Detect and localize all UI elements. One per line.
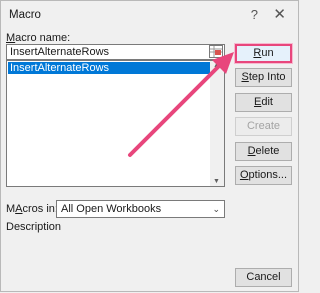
edit-button[interactable]: Edit [235,93,292,112]
description-label: Description [6,221,62,233]
scroll-up-icon[interactable]: ▲ [213,62,220,69]
close-button[interactable]: ✕ [273,5,286,23]
step-into-button[interactable]: Step Into [235,68,292,87]
options-button[interactable]: Options... [235,166,292,185]
macros-in-select[interactable]: All Open Workbooks ⌄ [56,200,225,218]
macro-name-input[interactable]: InsertAlternateRows [6,44,225,60]
collapse-dialog-icon[interactable] [209,45,223,58]
help-button[interactable]: ? [251,7,258,22]
chevron-down-icon: ⌄ [212,204,220,214]
create-button: Create [235,117,292,136]
macro-dialog: Macro ? ✕ Macro name: InsertAlternateRow… [0,0,299,292]
list-item[interactable]: InsertAlternateRows [8,62,211,74]
macro-list[interactable]: InsertAlternateRows ▲ ▼ [6,60,225,187]
macro-name-label: Macro name: [6,32,71,44]
list-scrollbar[interactable]: ▲ ▼ [210,61,224,186]
macros-in-value: All Open Workbooks [61,203,162,215]
run-button[interactable]: Run [235,44,292,63]
cancel-button[interactable]: Cancel [235,268,292,287]
scroll-down-icon[interactable]: ▼ [213,178,220,185]
macros-in-label: MAcros in: [6,203,58,215]
title-bar: Macro ? ✕ [1,1,298,31]
dialog-title: Macro [9,9,41,21]
delete-button[interactable]: Delete [235,142,292,161]
